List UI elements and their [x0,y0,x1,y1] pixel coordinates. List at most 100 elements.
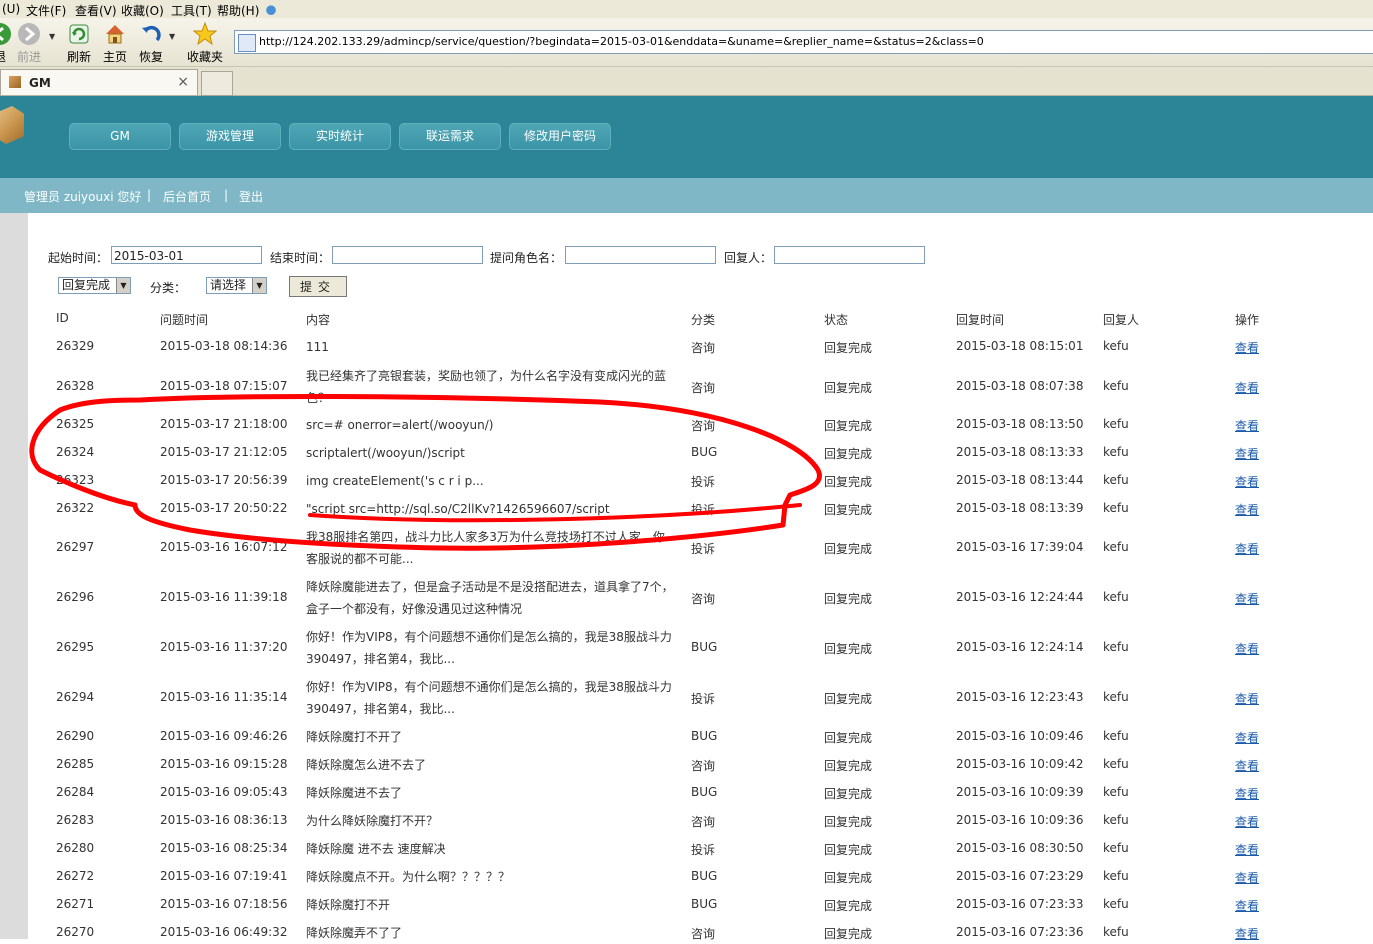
cell-class: BUG [691,897,718,911]
restore-button[interactable]: 恢复 [133,22,169,65]
view-link[interactable]: 查看 [1235,445,1259,462]
cell-reply-time: 2015-03-18 08:13:44 [956,473,1084,487]
address-bar[interactable]: http://124.202.133.29/admincp/service/qu… [234,30,1373,54]
nav-realtime-stats[interactable]: 实时统计 [289,123,391,150]
cell-question-time: 2015-03-17 20:50:22 [160,501,288,515]
view-link[interactable]: 查看 [1235,640,1259,657]
browser-menubar: (U) 文件(F) 查看(V) 收藏(O) 工具(T) 帮助(H) [0,0,1373,19]
nav-game-management[interactable]: 游戏管理 [179,123,281,150]
logout-link[interactable]: 登出 [239,188,263,205]
cell-id: 26295 [56,640,95,654]
replier-input[interactable] [774,246,925,264]
tab-gm[interactable]: GM × [0,69,198,95]
favorites-button[interactable]: 收藏夹 [187,22,223,65]
col-header-replier: 回复人 [1103,313,1140,327]
view-link[interactable]: 查看 [1235,417,1259,434]
cell-status: 回复完成 [824,419,873,433]
view-link[interactable]: 查看 [1235,869,1259,886]
view-link[interactable]: 查看 [1235,925,1259,942]
menu-item-favorites[interactable]: 收藏(O) [121,2,164,19]
view-link[interactable]: 查看 [1235,339,1259,356]
cell-class: 咨询 [691,759,716,773]
cell-class: 咨询 [691,815,716,829]
col-header-status: 状态 [824,313,849,327]
role-name-input[interactable] [565,246,716,264]
role-name-label: 提问角色名： [490,251,563,265]
cell-replier: kefu [1103,729,1129,743]
cell-reply-time: 2015-03-16 10:09:46 [956,729,1084,743]
view-link[interactable]: 查看 [1235,379,1259,396]
status-select[interactable]: 回复完成 ▼ [58,277,131,294]
menu-item-help[interactable]: 帮助(H) [217,2,259,19]
table-row: 26329 2015-03-18 08:14:36 111 咨询 回复完成 2015-03… [0,336,1373,356]
start-time-input[interactable]: 2015-03-01 [111,246,262,264]
view-link[interactable]: 查看 [1235,729,1259,746]
cell-status: 回复完成 [824,927,873,941]
cell-id: 26280 [56,841,95,855]
forward-button[interactable]: 前进 [11,22,47,65]
user-greeting: 管理员 zuiyouxi 您好 [24,190,142,204]
menu-item-partial[interactable]: (U) [2,2,20,16]
status-select-value: 回复完成 [62,278,111,292]
cell-content: 降妖除魔怎么进不去了 [306,758,427,772]
cell-reply-time: 2015-03-16 07:23:33 [956,897,1084,911]
cell-content: scriptalert(/wooyun/)script [306,446,465,460]
menu-item-view[interactable]: 查看(V) [75,2,117,19]
end-time-input[interactable] [332,246,483,264]
cell-content: 为什么降妖除魔打不开？ [306,814,439,828]
close-tab-icon[interactable]: × [177,74,189,90]
user-bar: 管理员 zuiyouxi 您好 | 后台首页 | 登出 [0,178,1373,213]
cell-reply-time: 2015-03-16 12:24:14 [956,640,1084,654]
view-link[interactable]: 查看 [1235,501,1259,518]
cell-status: 回复完成 [824,381,873,395]
cell-id: 26329 [56,339,95,353]
table-row: 26296 2015-03-16 11:39:18 降妖除魔能进去了，但是盒子活动是… [0,576,1373,620]
view-link[interactable]: 查看 [1235,841,1259,858]
cell-question-time: 2015-03-17 21:18:00 [160,417,288,431]
view-link[interactable]: 查看 [1235,897,1259,914]
view-link[interactable]: 查看 [1235,690,1259,707]
cell-class: 投诉 [691,692,716,706]
view-link[interactable]: 查看 [1235,813,1259,830]
class-select[interactable]: 请选择 ▼ [206,277,267,294]
refresh-button[interactable]: 刷新 [61,22,97,65]
new-tab-button[interactable] [201,71,233,96]
admin-home-link[interactable]: 后台首页 [163,188,211,205]
nav-joint-operation[interactable]: 联运需求 [399,123,501,150]
menu-item-file[interactable]: 文件(F) [26,2,66,19]
view-link[interactable]: 查看 [1235,473,1259,490]
cell-reply-time: 2015-03-16 08:30:50 [956,841,1084,855]
cell-status: 回复完成 [824,899,873,913]
cell-id: 26270 [56,925,95,939]
cell-replier: kefu [1103,501,1129,515]
nav-gm[interactable]: GM [69,123,171,150]
submit-button[interactable]: 提交 [289,276,347,297]
cell-reply-time: 2015-03-16 07:23:36 [956,925,1084,939]
cell-replier: kefu [1103,473,1129,487]
cell-content: 我38服排名第四，战斗力比人家多3万为什么竞技场打不过人家，你客服说的都不可能.… [306,530,665,566]
cell-status: 回复完成 [824,341,873,355]
cell-id: 26285 [56,757,95,771]
table-row: 26322 2015-03-17 20:50:22 "script src=http… [0,498,1373,518]
restore-dropdown-icon[interactable]: ▼ [169,32,175,41]
cell-question-time: 2015-03-16 08:25:34 [160,841,288,855]
home-button[interactable]: 主页 [97,22,133,65]
cell-class: BUG [691,869,718,883]
nav-change-password[interactable]: 修改用户密码 [509,123,611,150]
col-header-class: 分类 [691,313,716,327]
chevron-down-icon: ▼ [252,278,266,293]
table-row: 26271 2015-03-16 07:18:56 降妖除魔打不开 BUG 回复完成 20… [0,894,1373,914]
forward-dropdown-icon[interactable]: ▼ [49,32,55,41]
view-link[interactable]: 查看 [1235,540,1259,557]
cell-reply-time: 2015-03-18 08:13:33 [956,445,1084,459]
star-icon [193,22,217,46]
menu-item-tools[interactable]: 工具(T) [171,2,212,19]
cell-status: 回复完成 [824,542,873,556]
view-link[interactable]: 查看 [1235,590,1259,607]
view-link[interactable]: 查看 [1235,757,1259,774]
view-link[interactable]: 查看 [1235,785,1259,802]
cell-replier: kefu [1103,757,1129,771]
favorites-label: 收藏夹 [187,50,224,64]
cell-class: 咨询 [691,927,716,941]
home-icon [106,25,124,44]
